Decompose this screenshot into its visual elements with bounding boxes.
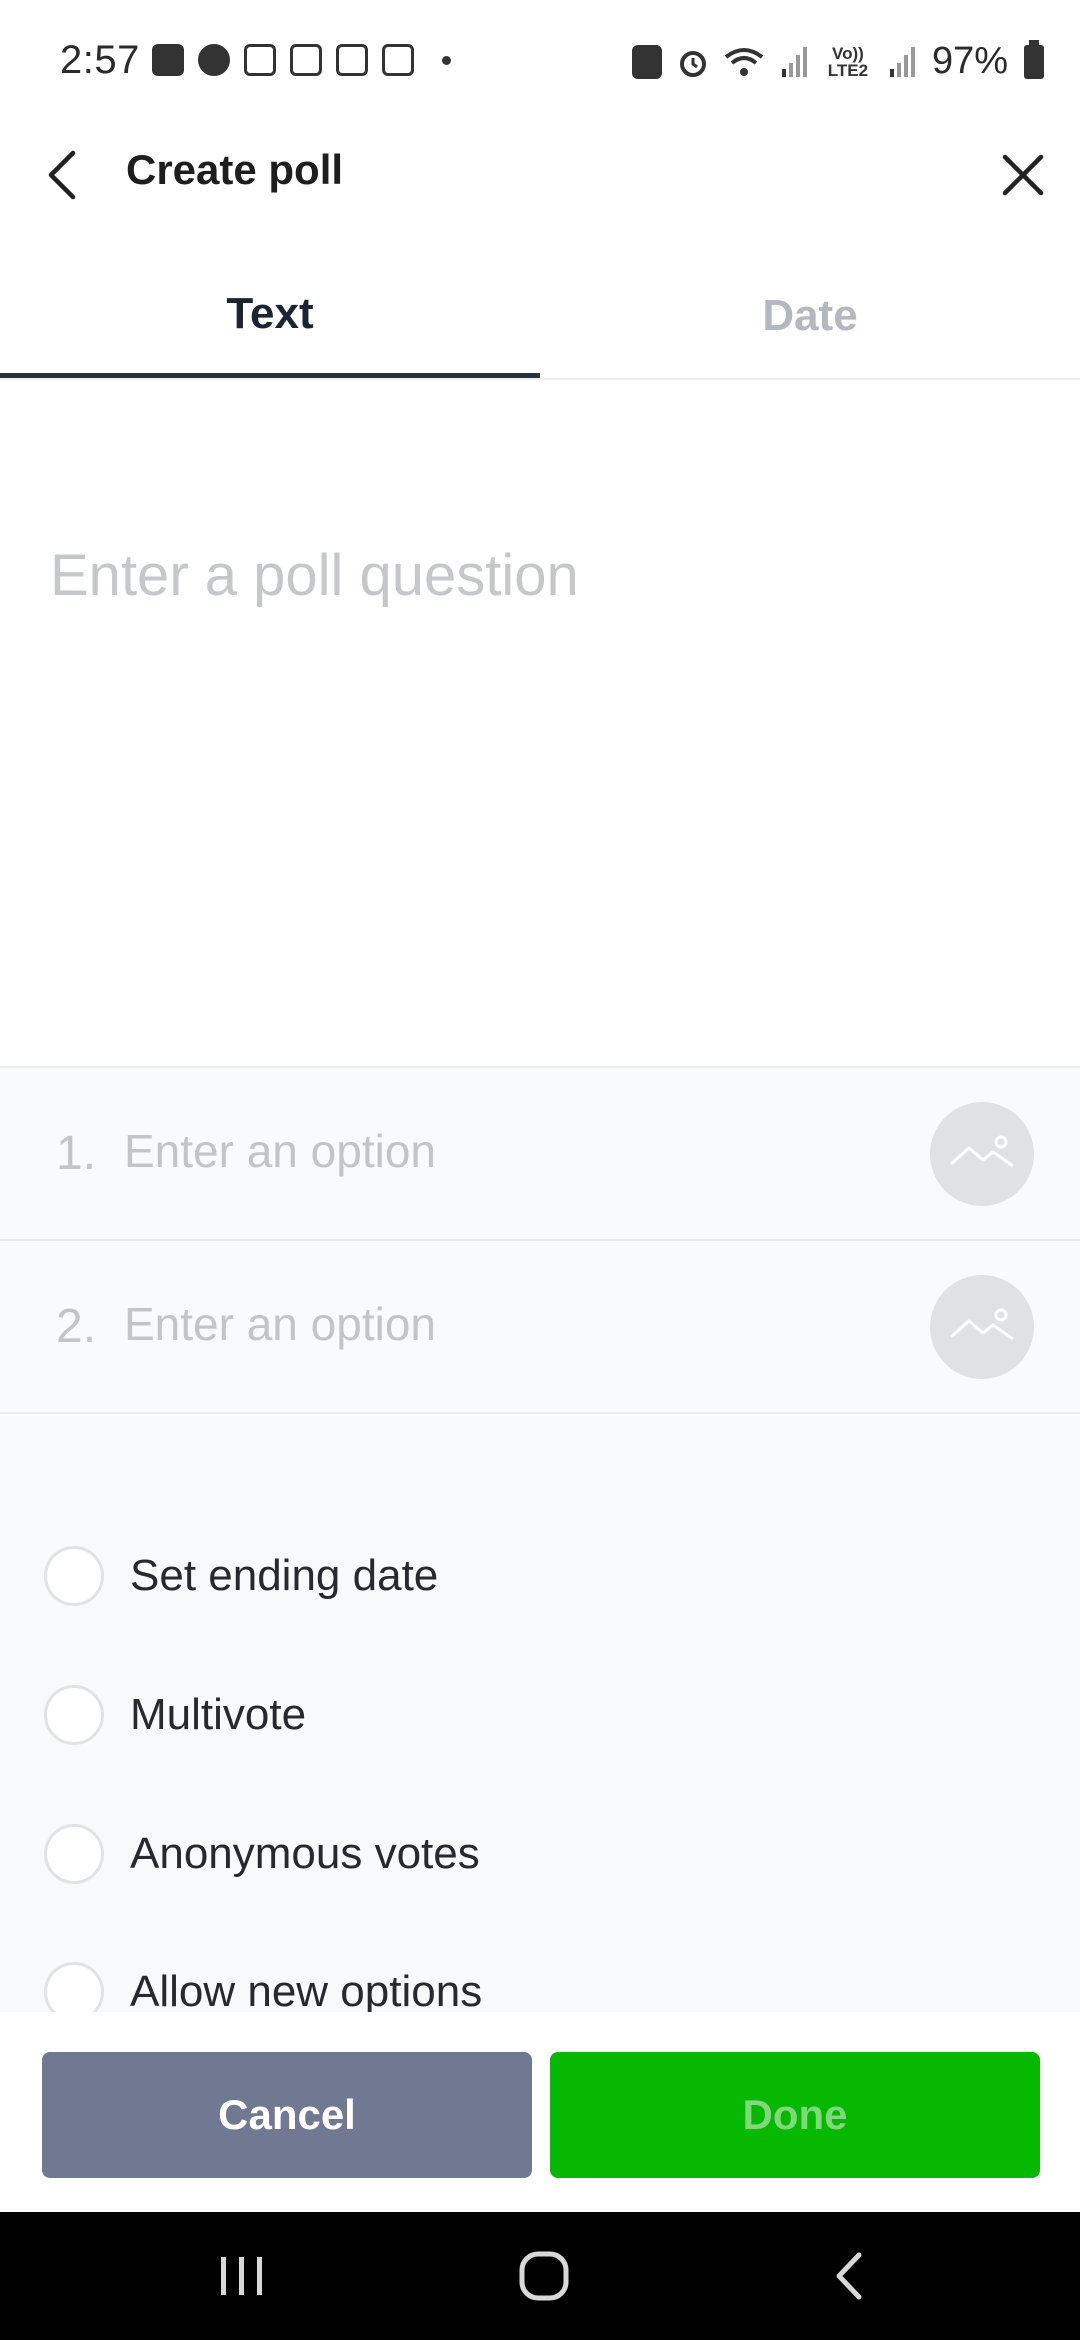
tab-date[interactable]: Date	[540, 254, 1080, 378]
tab-text[interactable]: Text	[0, 254, 540, 378]
close-button[interactable]	[990, 142, 1056, 208]
line-icon	[198, 44, 230, 76]
alarm-icon	[679, 50, 706, 77]
chevron-left-icon	[48, 150, 76, 200]
status-bar: 2:57 Vo)) LTE2 97%	[0, 0, 1080, 120]
page-title: Create poll	[126, 146, 344, 193]
image-icon	[950, 1308, 1014, 1341]
image-icon	[950, 1135, 1014, 1168]
cancel-button[interactable]: Cancel	[42, 2052, 532, 2178]
recent-apps-button[interactable]	[182, 2236, 302, 2316]
back-nav-icon	[836, 2252, 862, 2300]
signal-icon	[889, 46, 915, 77]
option-number: 1.	[56, 1127, 97, 1180]
system-navigation-bar	[0, 2212, 1080, 2340]
back-button[interactable]	[30, 142, 96, 208]
setting-ending-date[interactable]: Set ending date	[0, 1516, 1080, 1636]
close-icon	[1002, 154, 1044, 196]
app-icon	[290, 44, 322, 76]
message-icon	[152, 44, 184, 76]
signal-icon	[781, 46, 807, 77]
wifi-icon	[724, 47, 764, 76]
setting-label: Allow new options	[130, 1967, 483, 2016]
vpn-icon	[631, 44, 662, 79]
poll-question-area	[0, 382, 1080, 1068]
setting-label: Multivote	[130, 1690, 307, 1739]
battery-icon	[1024, 39, 1044, 79]
recent-apps-icon	[221, 2257, 262, 2295]
option-input-1[interactable]	[124, 1124, 884, 1178]
setting-anonymous-votes[interactable]: Anonymous votes	[0, 1794, 1080, 1914]
app-icon	[336, 44, 368, 76]
setting-multivote[interactable]: Multivote	[0, 1655, 1080, 1775]
back-nav-button[interactable]	[788, 2236, 908, 2316]
setting-label: Anonymous votes	[130, 1829, 480, 1878]
poll-question-input[interactable]	[50, 542, 1030, 609]
home-icon	[519, 2251, 569, 2301]
footer: Cancel Done	[0, 2012, 1080, 2212]
ending-date-checkbox[interactable]	[44, 1546, 104, 1606]
volte-icon: Vo)) LTE2	[827, 43, 869, 80]
option-row-1: 1.	[0, 1068, 1080, 1241]
multivote-checkbox[interactable]	[44, 1685, 104, 1745]
app-icon	[244, 44, 276, 76]
add-image-button-1[interactable]	[930, 1102, 1034, 1206]
anonymous-votes-checkbox[interactable]	[44, 1824, 104, 1884]
add-image-button-2[interactable]	[930, 1275, 1034, 1379]
option-row-2: 2.	[0, 1241, 1080, 1414]
poll-settings: Set ending date Multivote Anonymous vote…	[0, 1416, 1080, 2022]
app-icon	[382, 44, 414, 76]
header: Create poll	[0, 120, 1080, 226]
setting-label: Set ending date	[130, 1551, 439, 1600]
battery-percent: 97%	[931, 40, 1008, 82]
status-time: 2:57	[60, 38, 140, 82]
done-button[interactable]: Done	[550, 2052, 1040, 2178]
notification-icons	[152, 44, 451, 76]
option-input-2[interactable]	[124, 1297, 884, 1351]
option-number: 2.	[56, 1300, 97, 1353]
dot-icon	[442, 55, 451, 65]
poll-type-tabs: Text Date	[0, 254, 1080, 380]
system-icons: Vo)) LTE2 97%	[631, 39, 1044, 83]
home-button[interactable]	[484, 2236, 604, 2316]
